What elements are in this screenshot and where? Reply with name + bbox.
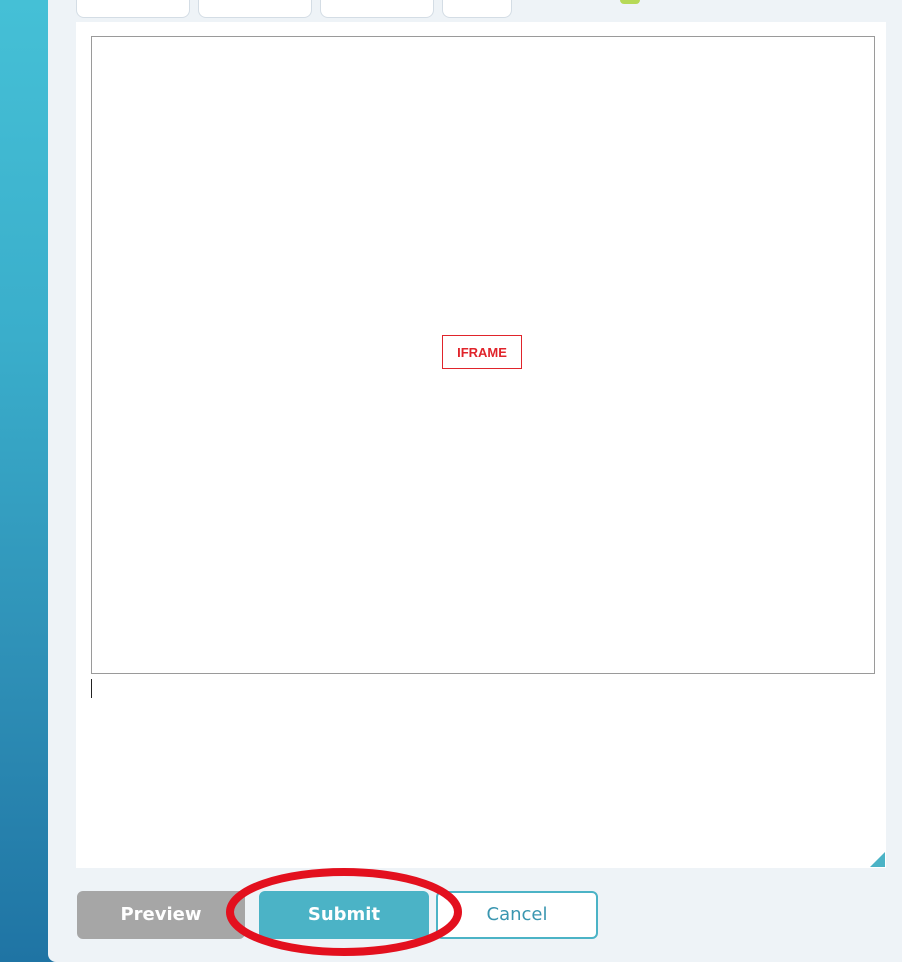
status-accent: [620, 0, 640, 4]
toolbar-tab-2[interactable]: [198, 0, 312, 18]
toolbar-tab-4[interactable]: [442, 0, 512, 18]
text-cursor: [91, 679, 92, 698]
preview-button[interactable]: Preview: [77, 891, 245, 939]
cancel-button[interactable]: Cancel: [436, 891, 598, 939]
toolbar-tab-1[interactable]: [76, 0, 190, 18]
toolbar-tab-3[interactable]: [320, 0, 434, 18]
submit-button[interactable]: Submit: [259, 891, 429, 939]
rich-text-editor[interactable]: IFRAME: [76, 22, 886, 868]
resize-handle-icon[interactable]: [870, 852, 885, 867]
embedded-iframe[interactable]: IFRAME: [91, 36, 875, 674]
iframe-placeholder-label: IFRAME: [442, 335, 522, 369]
